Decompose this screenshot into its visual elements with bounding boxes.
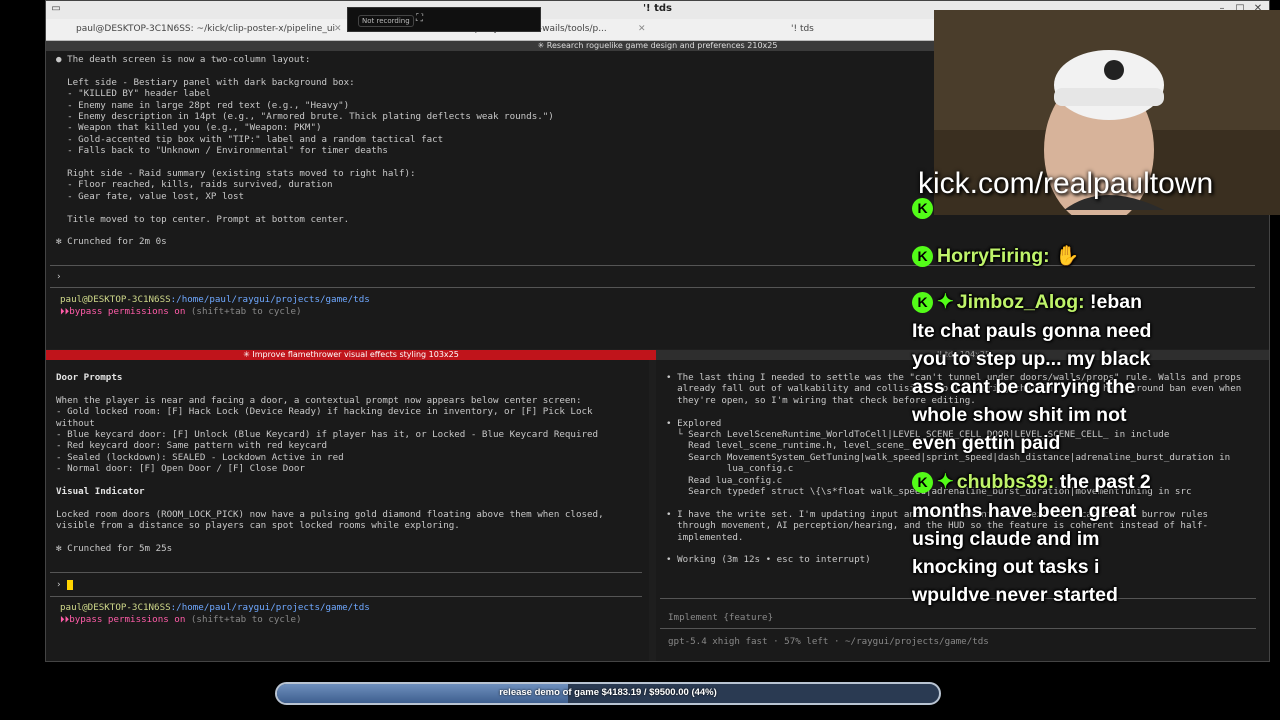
bypass-hint: (shift+tab to cycle) — [185, 306, 302, 317]
output-line: - Gear fate, value lost, XP lost — [56, 190, 245, 202]
tab-tds[interactable]: '! tds — [791, 24, 814, 34]
prompt-marker[interactable]: › — [56, 271, 62, 282]
donation-goal-bar: release demo of game $4183.19 / $9500.00… — [275, 682, 941, 705]
kick-badge-icon: K — [912, 198, 933, 220]
shell-user: paul@DESKTOP-3C1N6SS — [60, 294, 171, 305]
chat-text: Ite chat pauls gonna need — [912, 320, 1152, 342]
shell-path: paul@DESKTOP-3C1N6SS:/home/paul/raygui/p… — [60, 602, 370, 613]
subscriber-sparkle-icon: ✦ — [937, 471, 954, 494]
output-line: Locked room doors (ROOM_LOCK_PICK) now h… — [56, 508, 604, 520]
fullscreen-icon[interactable]: ⛶ — [416, 13, 423, 24]
text-cursor — [67, 579, 74, 590]
chat-text: whole show shit im not — [912, 404, 1127, 426]
recording-indicator: Not recording ⛶ — [347, 7, 541, 32]
output-line: Read level_scene_runtime.h, level_scene_ — [666, 440, 910, 452]
divider — [50, 287, 1255, 288]
chat-text: knocking out tasks i — [912, 556, 1100, 578]
chat-text: even gettin paid — [912, 432, 1061, 454]
chat-text: months have been great — [912, 500, 1137, 522]
output-line: Read lua_config.c — [666, 474, 783, 486]
bypass-label: bypass permissions on — [69, 614, 186, 625]
shell-path: paul@DESKTOP-3C1N6SS:/home/paul/raygui/p… — [60, 294, 370, 305]
chat-message: K HorryFiring: ✋ — [912, 243, 1079, 271]
output-line: - Gold locked room: [F] Hack Lock (Devic… — [56, 406, 593, 418]
kick-badge-icon: K — [912, 246, 933, 268]
bypass-status: ⏵⏵bypass permissions on (shift+tab to cy… — [60, 614, 302, 625]
kick-badge-icon: K — [912, 292, 933, 314]
pane-left[interactable]: Door Prompts When the player is near and … — [46, 360, 649, 661]
output-line: - Normal door: [F] Open Door / [F] Close… — [56, 463, 305, 475]
chat-username: Jimboz_Alog: — [956, 291, 1085, 313]
chat-message: K ✦ chubbs39: the past 2 — [912, 469, 1151, 497]
output-line: Visual Indicator — [56, 486, 145, 497]
shell-dir: :/home/paul/raygui/projects/game/tds — [170, 294, 370, 305]
kick-url: kick.com/realpaultown — [918, 167, 1214, 200]
output-line: - Falls back to "Unknown / Environmental… — [56, 145, 388, 157]
bypass-hint: (shift+tab to cycle) — [185, 614, 302, 625]
chat-username: HorryFiring: — [937, 245, 1050, 267]
chat-message: K ✦ Jimboz_Alog: !eban — [912, 289, 1142, 317]
output-line: • Explored — [666, 417, 722, 429]
chat-username: chubbs39: — [956, 471, 1055, 493]
divider — [660, 628, 1256, 629]
output-line: visible from a distance so players can s… — [56, 520, 460, 532]
chat-message-partial: K — [912, 195, 937, 223]
model-footer: gpt-5.4 xhigh fast · 57% left · ~/raygui… — [668, 636, 989, 647]
output-line: Right side - Raid summary (existing stat… — [56, 168, 416, 179]
output-line: without — [56, 417, 95, 429]
output-line: lua_config.c — [666, 463, 794, 475]
output-line: Door Prompts — [56, 372, 123, 383]
output-line: - Floor reached, kills, raids survived, … — [56, 179, 333, 191]
output-line: Left side - Bestiary panel with dark bac… — [56, 76, 355, 88]
bypass-status: ⏵⏵bypass permissions on (shift+tab to cy… — [60, 306, 302, 317]
chat-text: !eban — [1090, 291, 1143, 313]
chat-text: you to step up... my black — [912, 348, 1151, 370]
shell-user: paul@DESKTOP-3C1N6SS — [60, 602, 171, 613]
output-line: - Sealed (lockdown): SEALED - Lockdown A… — [56, 451, 344, 463]
output-line: • Working (3m 12s • esc to interrupt) — [666, 554, 871, 566]
output-line: - Red keycard door: Same pattern with re… — [56, 440, 328, 452]
pane-left-title: ✳ Improve flamethrower visual effects st… — [46, 350, 656, 360]
kick-badge-icon: K — [912, 472, 933, 494]
tab-pipeline-ui[interactable]: paul@DESKTOP-3C1N6SS: ~/kick/clip-poster… — [76, 24, 335, 34]
divider — [50, 572, 642, 573]
chat-text: ✋ — [1055, 245, 1080, 267]
goal-label: release demo of game $4183.19 / $9500.00… — [499, 687, 717, 698]
output-line: Title moved to top center. Prompt at bot… — [56, 213, 350, 225]
codex-input[interactable]: Implement {feature} — [668, 612, 773, 623]
output-line: When the player is near and facing a doo… — [56, 394, 582, 406]
chat-text: the past 2 — [1059, 471, 1151, 493]
output-line: - Gold-accented tip box with "TIP:" labe… — [56, 133, 444, 145]
tab-close-icon[interactable]: ✕ — [334, 24, 342, 34]
prompt-marker: › — [56, 579, 62, 590]
shell-dir: :/home/paul/raygui/projects/game/tds — [170, 602, 370, 613]
subscriber-sparkle-icon: ✦ — [937, 291, 954, 314]
tab-close-icon[interactable]: ✕ — [638, 24, 646, 34]
divider — [50, 596, 642, 597]
output-line: - Weapon that killed you (e.g., "Weapon:… — [56, 122, 322, 134]
bypass-icon: ⏵⏵ — [60, 306, 70, 317]
bypass-label: bypass permissions on — [69, 306, 186, 317]
output-line: - Enemy description in 14pt (e.g., "Armo… — [56, 111, 554, 122]
output-line: implemented. — [666, 531, 744, 543]
prompt-input[interactable]: › — [56, 579, 74, 590]
bypass-icon: ⏵⏵ — [60, 614, 70, 625]
output-line: - Blue keycard door: [F] Unlock (Blue Ke… — [56, 429, 599, 440]
output-line: ✻ Crunched for 5m 25s — [56, 543, 173, 554]
output-line: - "KILLED BY" header label — [56, 88, 211, 100]
chat-text: wpuldve never started — [912, 584, 1118, 606]
output-line: - Enemy name in large 28pt red text (e.g… — [56, 99, 350, 111]
recording-label: Not recording — [358, 15, 414, 27]
chat-text: using claude and im — [912, 528, 1100, 550]
output-line: ● The death screen is now a two-column l… — [56, 54, 311, 65]
input-placeholder: Implement {feature} — [668, 612, 774, 623]
output-line: ✻ Crunched for 2m 0s — [56, 236, 167, 248]
chat-text: ass cant be carrying the — [912, 376, 1136, 398]
